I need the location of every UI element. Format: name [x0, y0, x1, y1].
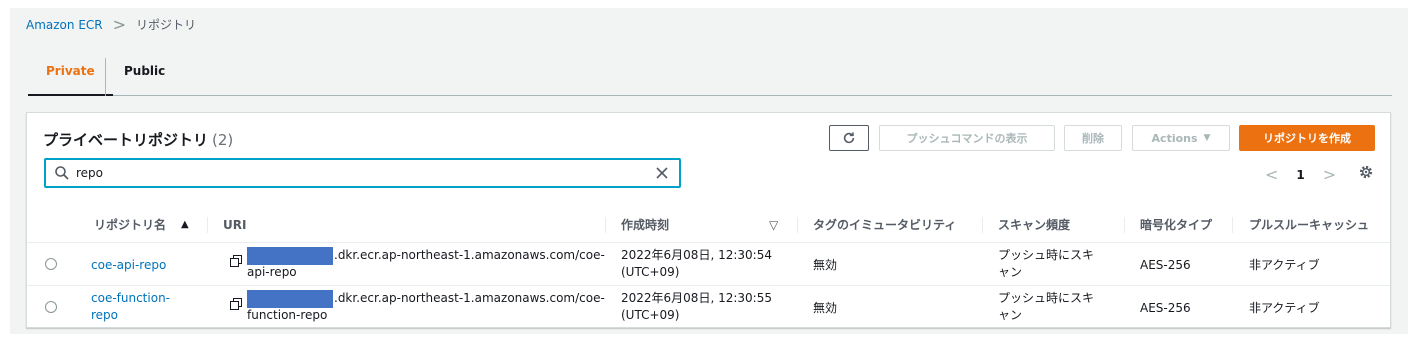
panel-title: プライベートリポジトリ (2) [43, 129, 233, 150]
column-divider [982, 217, 983, 233]
column-divider [207, 217, 208, 233]
repositories-table: リポジトリ名 ▲ URI 作成時刻 ▽ タグのイミュータビリティ スキャン頻度 … [27, 207, 1390, 329]
search-input[interactable] [76, 166, 655, 180]
repository-uri-continued[interactable]: api-repo [247, 264, 297, 281]
header-repository-name[interactable]: リポジトリ名 [94, 207, 166, 243]
copy-icon[interactable] [230, 255, 242, 267]
repository-uri[interactable]: .dkr.ecr.ap-northeast-1.amazonaws.com/co… [334, 247, 605, 264]
tab-public[interactable]: Public [105, 58, 183, 96]
repository-uri-continued[interactable]: function-repo [247, 307, 327, 324]
tag-mutability: 無効 [813, 258, 838, 272]
sort-ascending-icon: ▲ [181, 219, 189, 230]
created-at-timezone: (UTC+09) [621, 265, 680, 279]
table-row[interactable]: coe-function- repo .dkr.ecr.ap-northeast… [27, 286, 1390, 329]
current-page[interactable]: 1 [1296, 168, 1304, 182]
tag-mutability: 無効 [813, 301, 838, 315]
actions-label: Actions [1151, 131, 1198, 145]
breadcrumb: Amazon ECR > リポジトリ [26, 16, 196, 33]
header-tag-mutability[interactable]: タグのイミュータビリティ [813, 207, 956, 243]
column-divider [1124, 217, 1125, 233]
created-at-timezone: (UTC+09) [621, 308, 680, 322]
repository-name-link[interactable]: coe-function- [91, 290, 170, 307]
encryption-type: AES-256 [1140, 258, 1191, 272]
created-at: 2022年6月08日, 12:30:54 [621, 248, 772, 262]
column-divider [605, 217, 606, 233]
search-icon [55, 166, 69, 180]
scan-frequency-continued: ャン [998, 265, 1023, 279]
header-uri[interactable]: URI [223, 207, 246, 243]
copy-icon[interactable] [230, 298, 242, 310]
scan-frequency-continued: ャン [998, 308, 1023, 322]
redacted-account-id [247, 290, 333, 308]
repository-tabs: Private Public [28, 58, 1392, 96]
scan-frequency: プッシュ時にスキ [998, 291, 1095, 305]
clear-icon[interactable] [655, 166, 669, 180]
tab-private[interactable]: Private [28, 58, 113, 96]
header-pull-through-cache[interactable]: プルスルーキャッシュ [1249, 207, 1369, 243]
header-scan-frequency[interactable]: スキャン頻度 [998, 207, 1070, 243]
pull-through-cache: 非アクティブ [1249, 301, 1320, 315]
page: Amazon ECR > リポジトリ Private Public プライベート… [10, 8, 1408, 334]
breadcrumb-separator: > [112, 14, 127, 34]
row-select-radio[interactable] [45, 258, 57, 270]
refresh-button[interactable] [829, 125, 869, 151]
column-divider [1232, 217, 1233, 233]
repository-count: (2) [212, 131, 234, 149]
header-created-at[interactable]: 作成時刻 [621, 207, 669, 243]
repositories-panel: プライベートリポジトリ (2) プッシュコマンドの表示 削除 Actions ▼ … [26, 112, 1391, 328]
row-select-radio[interactable] [45, 301, 57, 313]
column-divider [797, 217, 798, 233]
search-field[interactable] [44, 158, 681, 188]
header-encryption-type[interactable]: 暗号化タイプ [1140, 207, 1212, 243]
next-page-icon[interactable]: > [1323, 165, 1336, 184]
previous-page-icon[interactable]: < [1265, 165, 1278, 184]
pull-through-cache: 非アクティブ [1249, 258, 1320, 272]
pagination: < 1 > [1265, 165, 1336, 184]
create-repository-button[interactable]: リポジトリを作成 [1239, 125, 1375, 151]
settings-icon[interactable] [1358, 164, 1374, 180]
actions-button[interactable]: Actions ▼ [1132, 125, 1230, 151]
view-push-commands-button[interactable]: プッシュコマンドの表示 [879, 125, 1055, 151]
breadcrumb-root-link[interactable]: Amazon ECR [26, 18, 103, 32]
encryption-type: AES-256 [1140, 301, 1191, 315]
repository-name-link-continued[interactable]: repo [91, 307, 118, 324]
table-row[interactable]: coe-api-repo .dkr.ecr.ap-northeast-1.ama… [27, 243, 1390, 286]
repository-uri[interactable]: .dkr.ecr.ap-northeast-1.amazonaws.com/co… [334, 290, 605, 307]
scan-frequency: プッシュ時にスキ [998, 248, 1095, 262]
sort-descending-icon: ▽ [769, 218, 779, 232]
repository-name-link[interactable]: coe-api-repo [91, 257, 166, 274]
table-header: リポジトリ名 ▲ URI 作成時刻 ▽ タグのイミュータビリティ スキャン頻度 … [27, 207, 1390, 243]
redacted-account-id [247, 247, 333, 265]
refresh-icon [843, 132, 855, 144]
breadcrumb-current: リポジトリ [136, 18, 197, 32]
panel-title-text: プライベートリポジトリ [43, 131, 209, 149]
created-at: 2022年6月08日, 12:30:55 [621, 291, 772, 305]
caret-down-icon: ▼ [1203, 133, 1211, 143]
delete-button[interactable]: 削除 [1064, 125, 1122, 151]
